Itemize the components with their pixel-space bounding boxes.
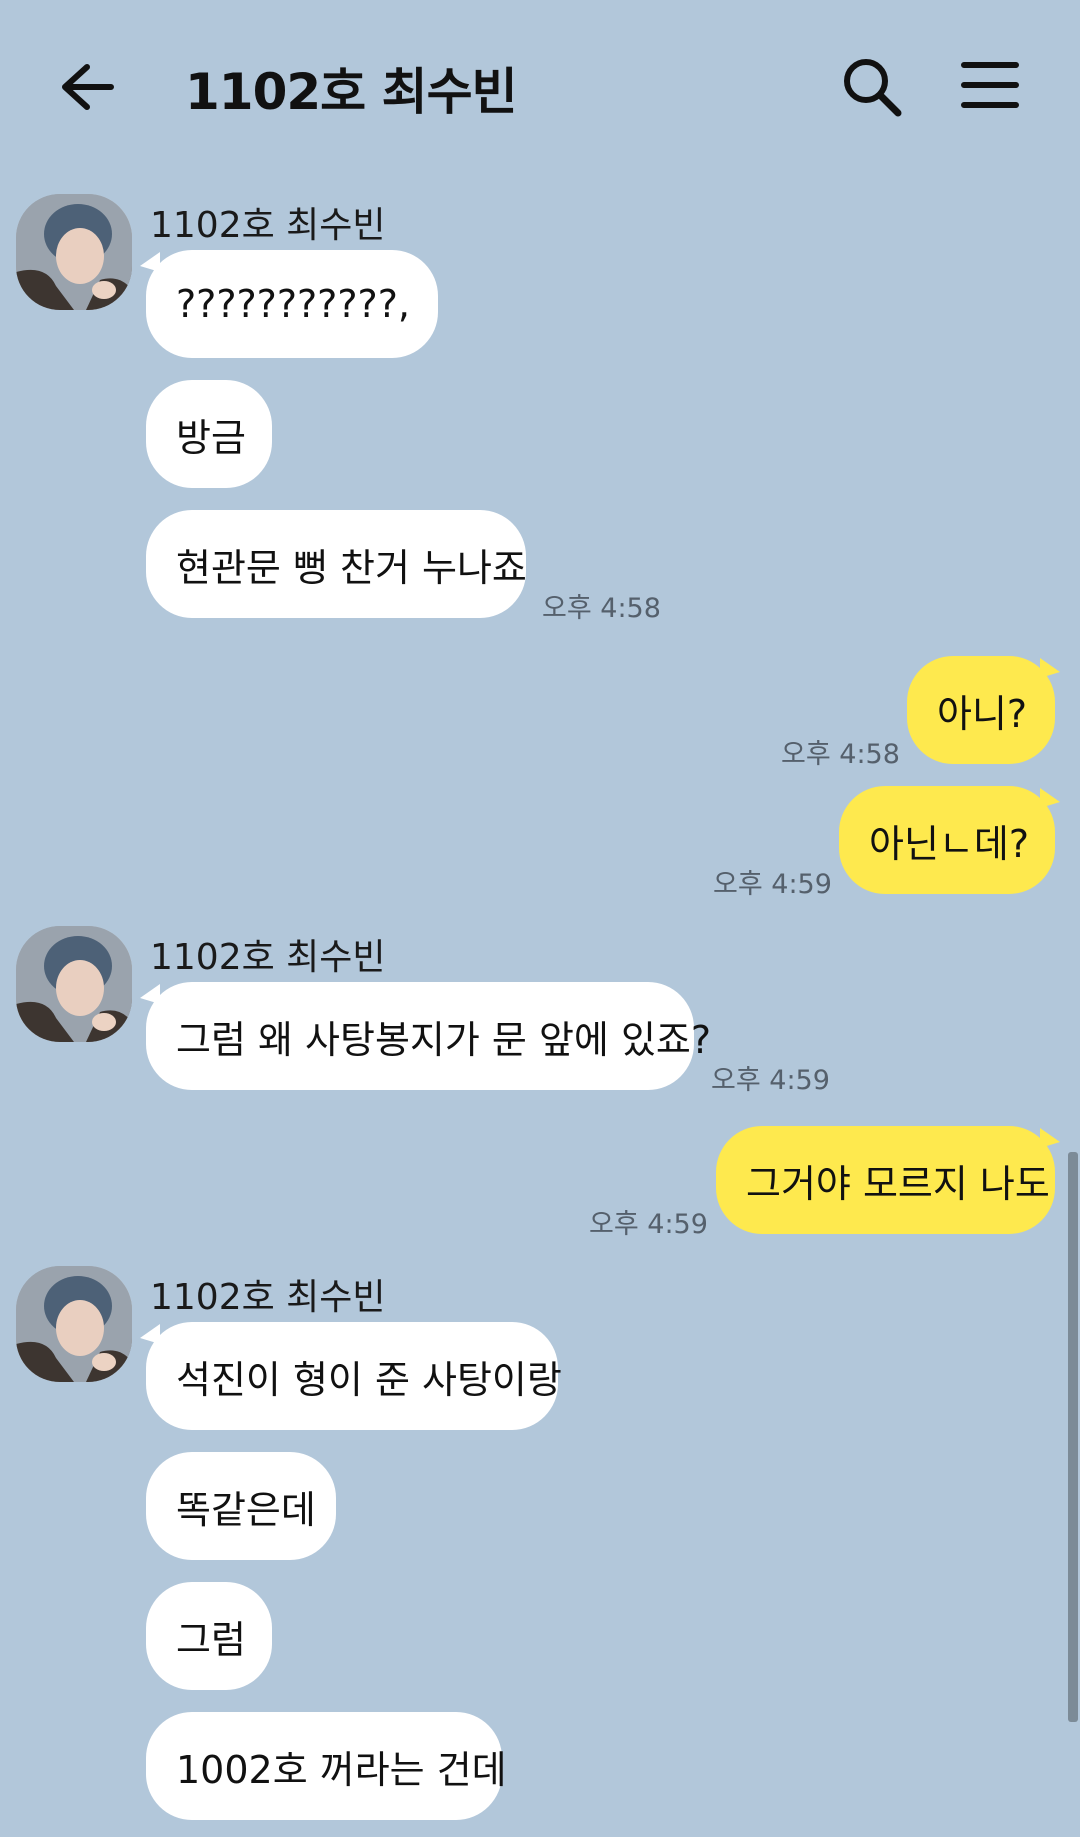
profile-photo-icon [16, 1266, 132, 1382]
search-icon [844, 59, 902, 117]
arrow-left-icon [62, 64, 114, 110]
message-bubble[interactable]: 현관문 뻥 찬거 누나죠 [146, 510, 527, 618]
message-bubble[interactable]: 그거야 모르지 나도 [716, 1126, 1055, 1234]
message-time: 오후 4:58 [781, 739, 900, 770]
search-button[interactable] [840, 55, 910, 125]
message-time: 오후 4:59 [711, 1065, 830, 1096]
message-bubble[interactable]: 아니? [907, 656, 1055, 764]
message-bubble[interactable]: 1002호 꺼라는 건데 [146, 1712, 507, 1820]
message-bubble[interactable]: ???????????, [146, 250, 438, 358]
bubble-tail [1040, 1128, 1060, 1148]
menu-button[interactable] [960, 55, 1030, 125]
back-button[interactable] [55, 55, 119, 119]
scrollbar[interactable] [1068, 1152, 1078, 1722]
hamburger-menu-icon [961, 62, 1019, 108]
profile-photo-icon [16, 926, 132, 1042]
chat-title: 1102호 최수빈 [185, 63, 518, 121]
profile-photo-icon [16, 194, 132, 310]
message-time: 오후 4:59 [713, 869, 832, 900]
message-bubble[interactable]: 똑같은데 [146, 1452, 336, 1560]
sender-name: 1102호 최수빈 [150, 1277, 386, 1318]
sender-name: 1102호 최수빈 [150, 205, 386, 246]
chat-header: 1102호 최수빈 [0, 0, 1080, 170]
message-bubble[interactable]: 그럼 왜 사탕봉지가 문 앞에 있죠? [146, 982, 711, 1090]
avatar[interactable] [16, 1266, 132, 1382]
bubble-tail [1040, 658, 1060, 678]
message-bubble[interactable]: 석진이 형이 준 사탕이랑 [146, 1322, 562, 1430]
avatar[interactable] [16, 194, 132, 310]
message-bubble[interactable]: 아닌ㄴ데? [839, 786, 1055, 894]
message-time: 오후 4:58 [542, 593, 661, 624]
message-time: 오후 4:59 [589, 1209, 708, 1240]
message-bubble[interactable]: 방금 [146, 380, 272, 488]
sender-name: 1102호 최수빈 [150, 937, 386, 978]
avatar[interactable] [16, 926, 132, 1042]
message-bubble[interactable]: 그럼 [146, 1582, 272, 1690]
bubble-tail [1040, 788, 1060, 808]
